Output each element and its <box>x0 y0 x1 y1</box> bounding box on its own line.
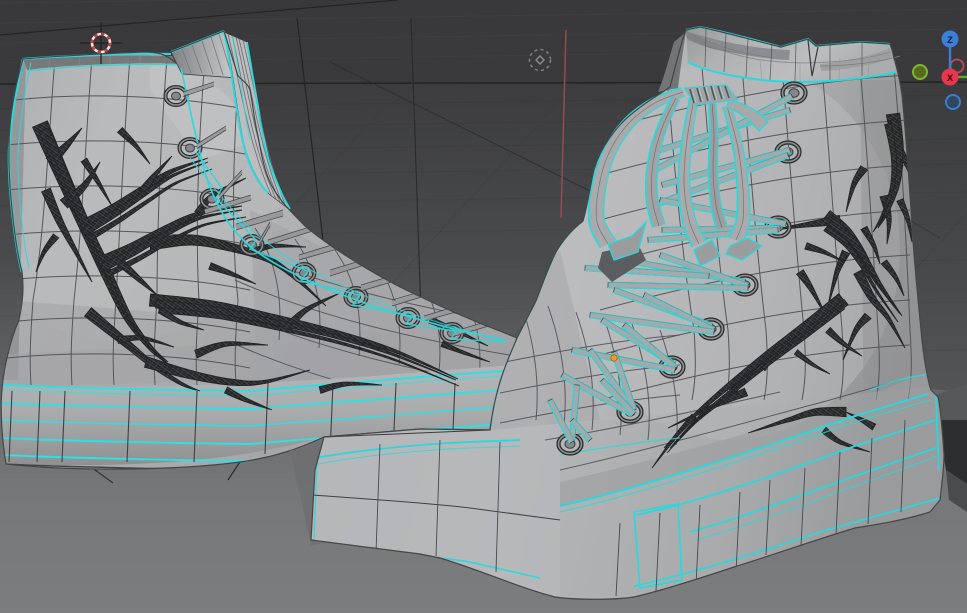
svg-text:X: X <box>947 73 954 84</box>
svg-text:Z: Z <box>947 35 953 46</box>
